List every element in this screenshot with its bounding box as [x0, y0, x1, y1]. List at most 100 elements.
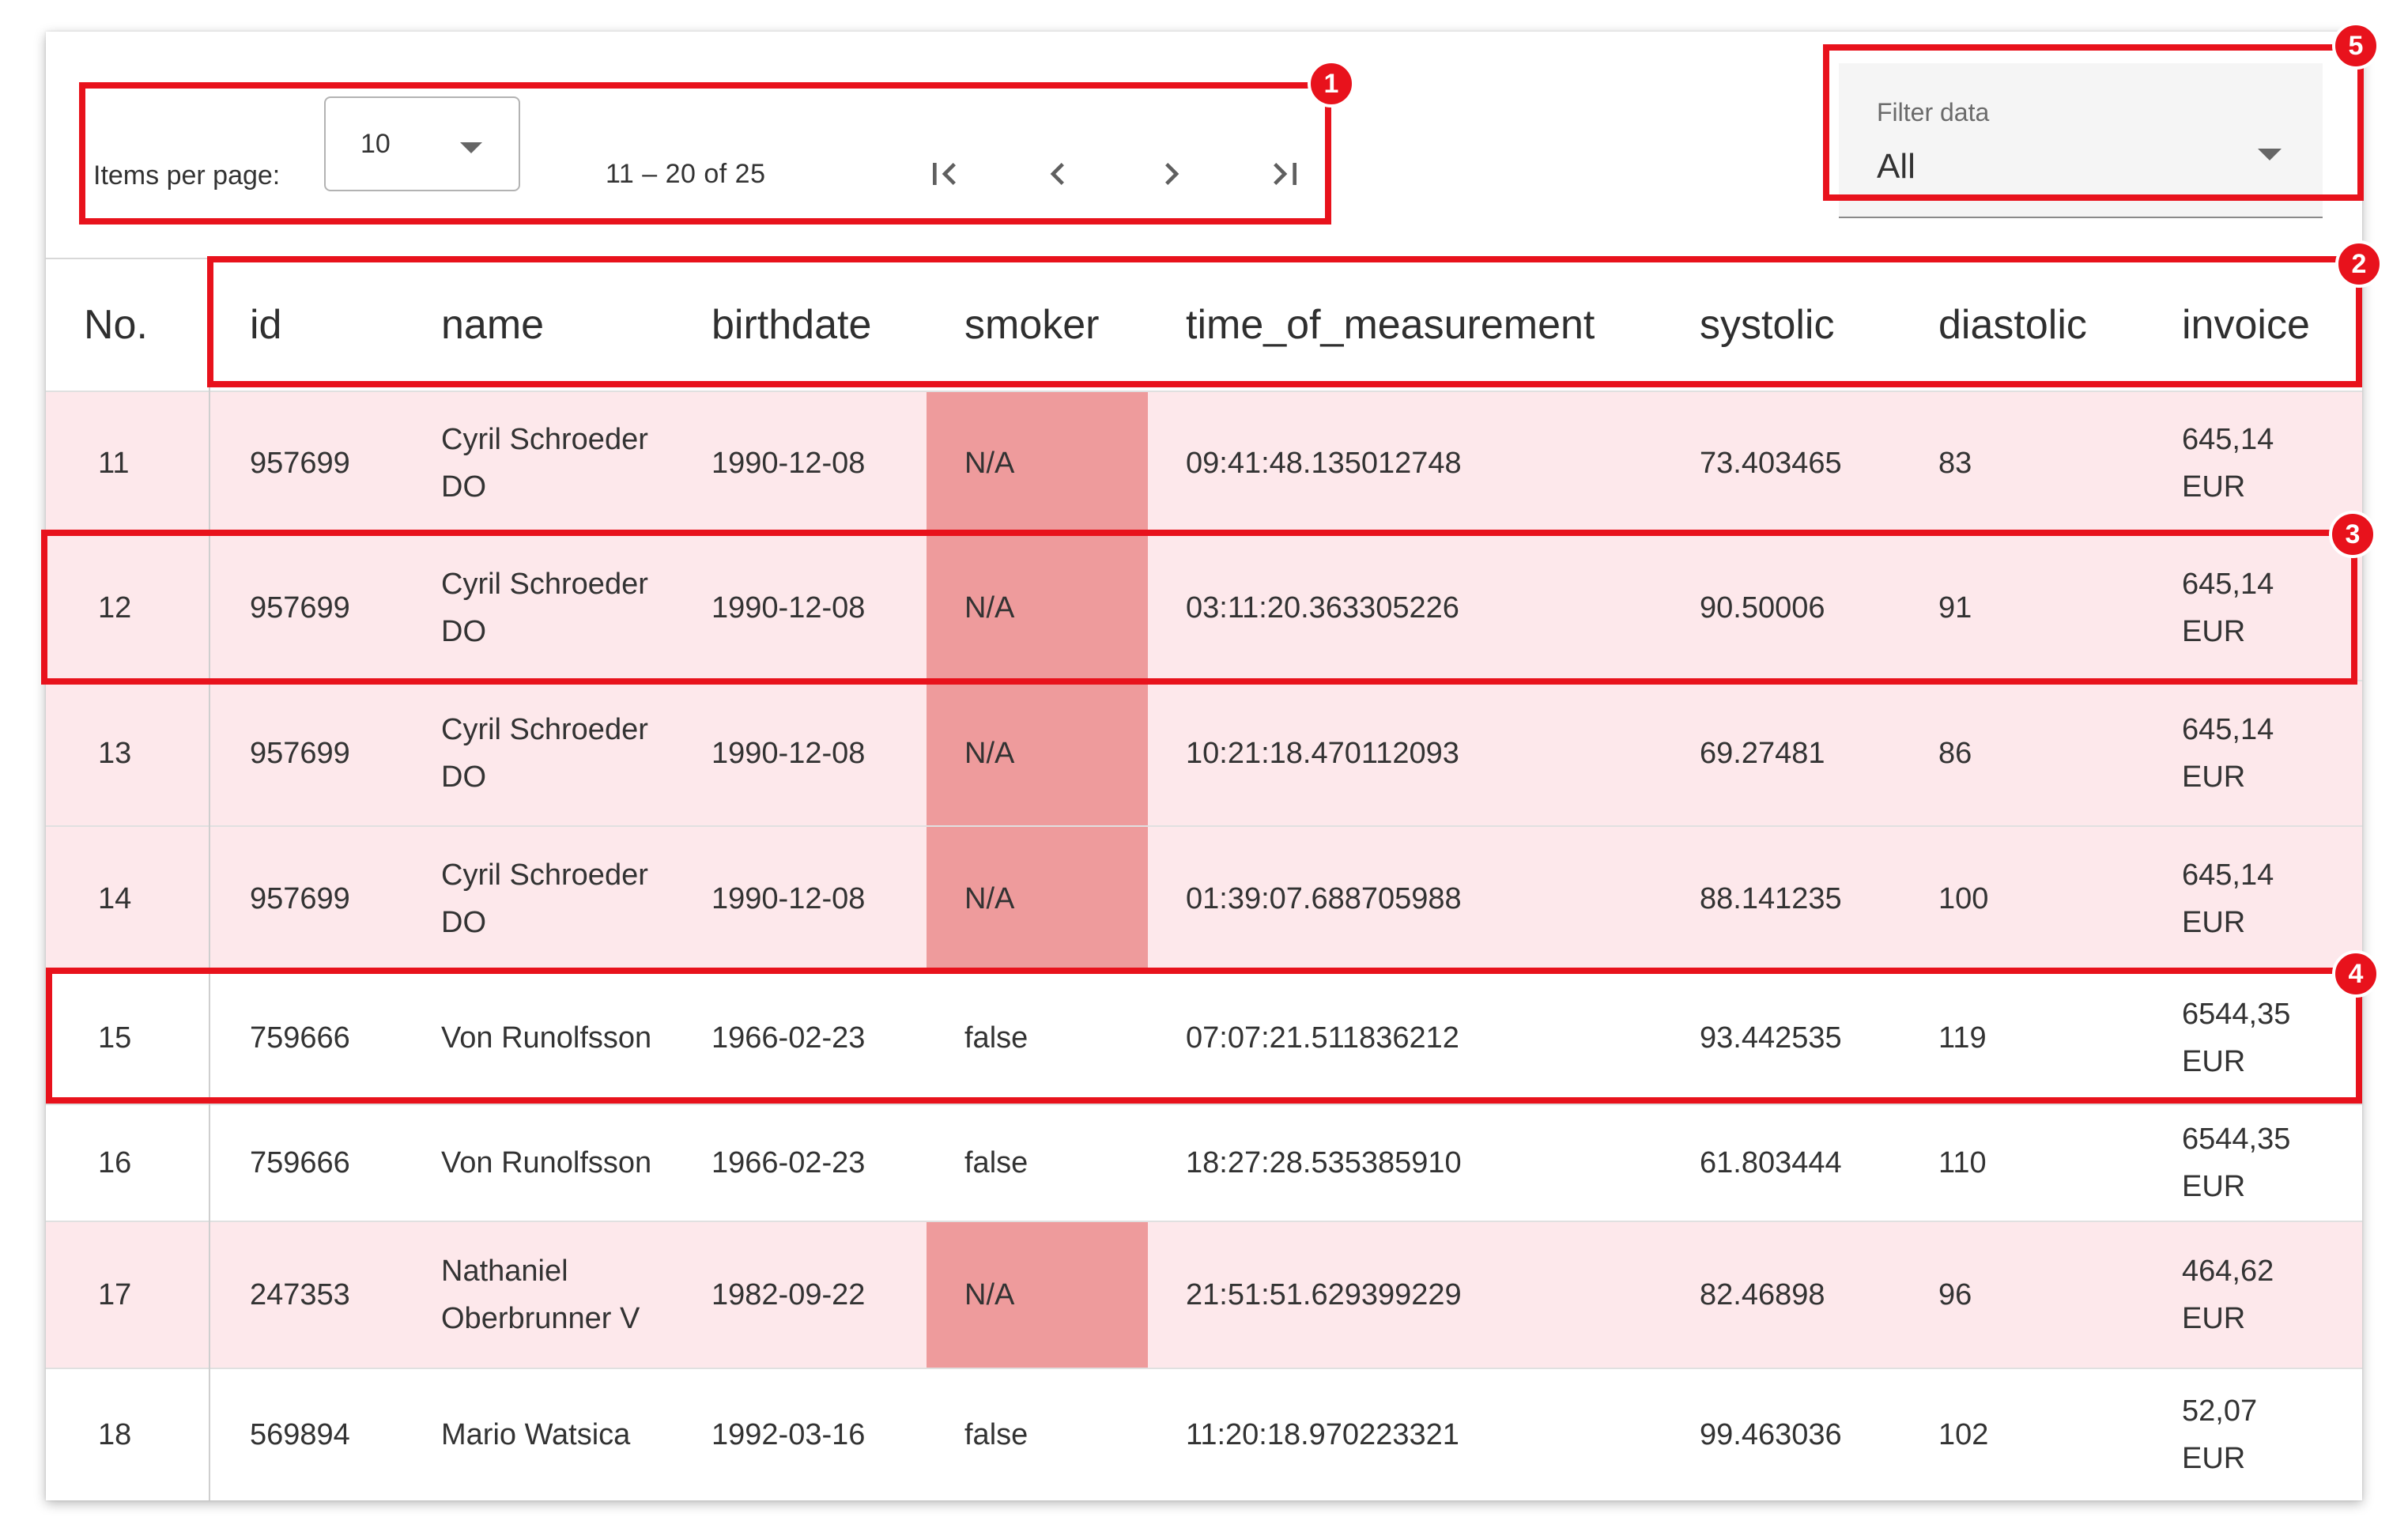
cell-time-of-measurement: 09:41:48.135012748: [1186, 447, 1462, 480]
table-row[interactable]: 11 957699 Cyril Schroeder DO 1990-12-08 N/A 0…: [46, 392, 2362, 536]
cell-systolic: 61.803444: [1700, 1146, 1842, 1179]
cell-diastolic: 110: [1938, 1146, 1987, 1179]
cell-time-of-measurement: 21:51:51.629399229: [1186, 1278, 1462, 1311]
last-page-button[interactable]: [1254, 142, 1317, 206]
cell-no: 11: [98, 447, 130, 480]
cell-diastolic: 100: [1938, 882, 1989, 915]
column-header-id[interactable]: id: [250, 259, 281, 391]
table-row[interactable]: 13 957699 Cyril Schroeder DO 1990-12-08 N/A 1…: [46, 681, 2362, 827]
column-header-birthdate[interactable]: birthdate: [711, 259, 871, 391]
annotation-badge-5: 5: [2332, 22, 2380, 70]
first-page-button[interactable]: [912, 142, 976, 206]
cell-no: 14: [98, 882, 132, 915]
cell-invoice: 464,62 EUR: [2182, 1255, 2274, 1335]
table-row[interactable]: 18 569894 Mario Watsica 1992-03-16 false 11:2…: [46, 1369, 2362, 1500]
cell-invoice: 645,14 EUR: [2182, 423, 2274, 504]
annotation-badge-4: 4: [2332, 950, 2380, 998]
cell-birthdate: 1966-02-23: [711, 1146, 866, 1179]
cell-id: 759666: [250, 1146, 350, 1179]
column-header-time-of-measurement[interactable]: time_of_measurement: [1186, 259, 1595, 391]
cell-no: 18: [98, 1418, 132, 1451]
cell-name: Von Runolfsson: [441, 1021, 652, 1055]
first-page-icon: [933, 163, 956, 185]
filter-data-label: Filter data: [1877, 98, 1990, 126]
cell-time-of-measurement: 10:21:18.470112093: [1186, 737, 1459, 770]
cell-birthdate: 1990-12-08: [711, 447, 866, 480]
column-header-name[interactable]: name: [441, 259, 544, 391]
cell-id: 759666: [250, 1021, 350, 1055]
table-row[interactable]: 16 759666 Von Runolfsson 1966-02-23 false 18:…: [46, 1105, 2362, 1222]
column-header-smoker[interactable]: smoker: [964, 259, 1099, 391]
cell-birthdate: 1990-12-08: [711, 591, 866, 625]
items-per-page-label: Items per page:: [93, 160, 281, 191]
cell-systolic: 99.463036: [1700, 1418, 1842, 1451]
cell-systolic: 90.50006: [1700, 591, 1825, 625]
cell-smoker: N/A: [927, 827, 1148, 971]
cell-time-of-measurement: 11:20:18.970223321: [1186, 1418, 1459, 1451]
cell-time-of-measurement: 18:27:28.535385910: [1186, 1146, 1462, 1179]
cell-smoker: N/A: [927, 536, 1148, 680]
cell-no: 13: [98, 737, 132, 770]
table-row[interactable]: 17 247353 Nathaniel Oberbrunner V 1982-09-2…: [46, 1222, 2362, 1369]
table-header-row: No. id name birthdate smoker time_of_mea…: [46, 258, 2362, 392]
items-per-page-value: 10: [360, 129, 391, 159]
last-page-icon: [1274, 163, 1296, 185]
column-header-diastolic[interactable]: diastolic: [1938, 259, 2087, 391]
cell-diastolic: 91: [1938, 591, 1972, 625]
column-header-systolic[interactable]: systolic: [1700, 259, 1834, 391]
cell-id: 957699: [250, 882, 350, 915]
cell-time-of-measurement: 01:39:07.688705988: [1186, 882, 1462, 915]
cell-no: 17: [98, 1278, 132, 1311]
cell-no: 16: [98, 1146, 132, 1179]
cell-systolic: 73.403465: [1700, 447, 1842, 480]
annotation-badge-1: 1: [1308, 60, 1355, 108]
cell-birthdate: 1990-12-08: [711, 882, 866, 915]
cell-systolic: 88.141235: [1700, 882, 1842, 915]
cell-no: 15: [98, 1021, 132, 1055]
cell-id: 569894: [250, 1418, 350, 1451]
filter-data-value: All: [1877, 147, 1915, 186]
column-divider: [209, 258, 210, 1500]
cell-diastolic: 96: [1938, 1278, 1972, 1311]
chevron-down-icon: [2258, 149, 2282, 160]
cell-invoice: 6544,35 EUR: [2182, 1123, 2291, 1203]
cell-time-of-measurement: 07:07:21.511836212: [1186, 1021, 1459, 1055]
cell-name: Mario Watsica: [441, 1418, 631, 1451]
table-row[interactable]: 12 957699 Cyril Schroeder DO 1990-12-08 N/A 0…: [46, 536, 2362, 681]
column-header-no[interactable]: No.: [84, 259, 148, 391]
page-range-label: 11 – 20 of 25: [606, 159, 766, 189]
items-per-page-select[interactable]: 10: [324, 96, 520, 191]
cell-name: Cyril Schroeder DO: [441, 713, 648, 794]
cell-invoice: 645,14 EUR: [2182, 568, 2274, 648]
cell-diastolic: 102: [1938, 1418, 1989, 1451]
cell-invoice: 6544,35 EUR: [2182, 998, 2291, 1078]
next-page-button[interactable]: [1140, 142, 1203, 206]
data-table-card: Items per page: 10 11 – 20 of 25 Filter …: [46, 32, 2362, 1500]
cell-diastolic: 83: [1938, 447, 1972, 480]
next-page-icon: [1165, 163, 1179, 185]
cell-diastolic: 86: [1938, 737, 1972, 770]
cell-smoker: N/A: [927, 1222, 1148, 1368]
cell-invoice: 52,07 EUR: [2182, 1394, 2258, 1475]
table-row[interactable]: 15 759666 Von Runolfsson 1966-02-23 false 07:…: [46, 972, 2362, 1105]
cell-time-of-measurement: 03:11:20.363305226: [1186, 591, 1459, 625]
cell-systolic: 93.442535: [1700, 1021, 1842, 1055]
cell-name: Cyril Schroeder DO: [441, 423, 648, 504]
cell-birthdate: 1966-02-23: [711, 1021, 866, 1055]
filter-data-select[interactable]: Filter data All: [1839, 63, 2323, 218]
cell-smoker: false: [964, 1021, 1028, 1055]
table-row[interactable]: 14 957699 Cyril Schroeder DO 1990-12-08 N/A 0…: [46, 827, 2362, 972]
cell-smoker: false: [964, 1418, 1028, 1451]
cell-invoice: 645,14 EUR: [2182, 859, 2274, 939]
cell-no: 12: [98, 591, 132, 625]
previous-page-button[interactable]: [1026, 142, 1089, 206]
cell-birthdate: 1990-12-08: [711, 737, 866, 770]
cell-birthdate: 1982-09-22: [711, 1278, 866, 1311]
column-header-invoice[interactable]: invoice: [2182, 259, 2310, 391]
cell-diastolic: 119: [1938, 1021, 1987, 1055]
cell-birthdate: 1992-03-16: [711, 1418, 866, 1451]
cell-systolic: 82.46898: [1700, 1278, 1825, 1311]
cell-invoice: 645,14 EUR: [2182, 713, 2274, 794]
previous-page-icon: [1050, 163, 1064, 185]
cell-systolic: 69.27481: [1700, 737, 1825, 770]
